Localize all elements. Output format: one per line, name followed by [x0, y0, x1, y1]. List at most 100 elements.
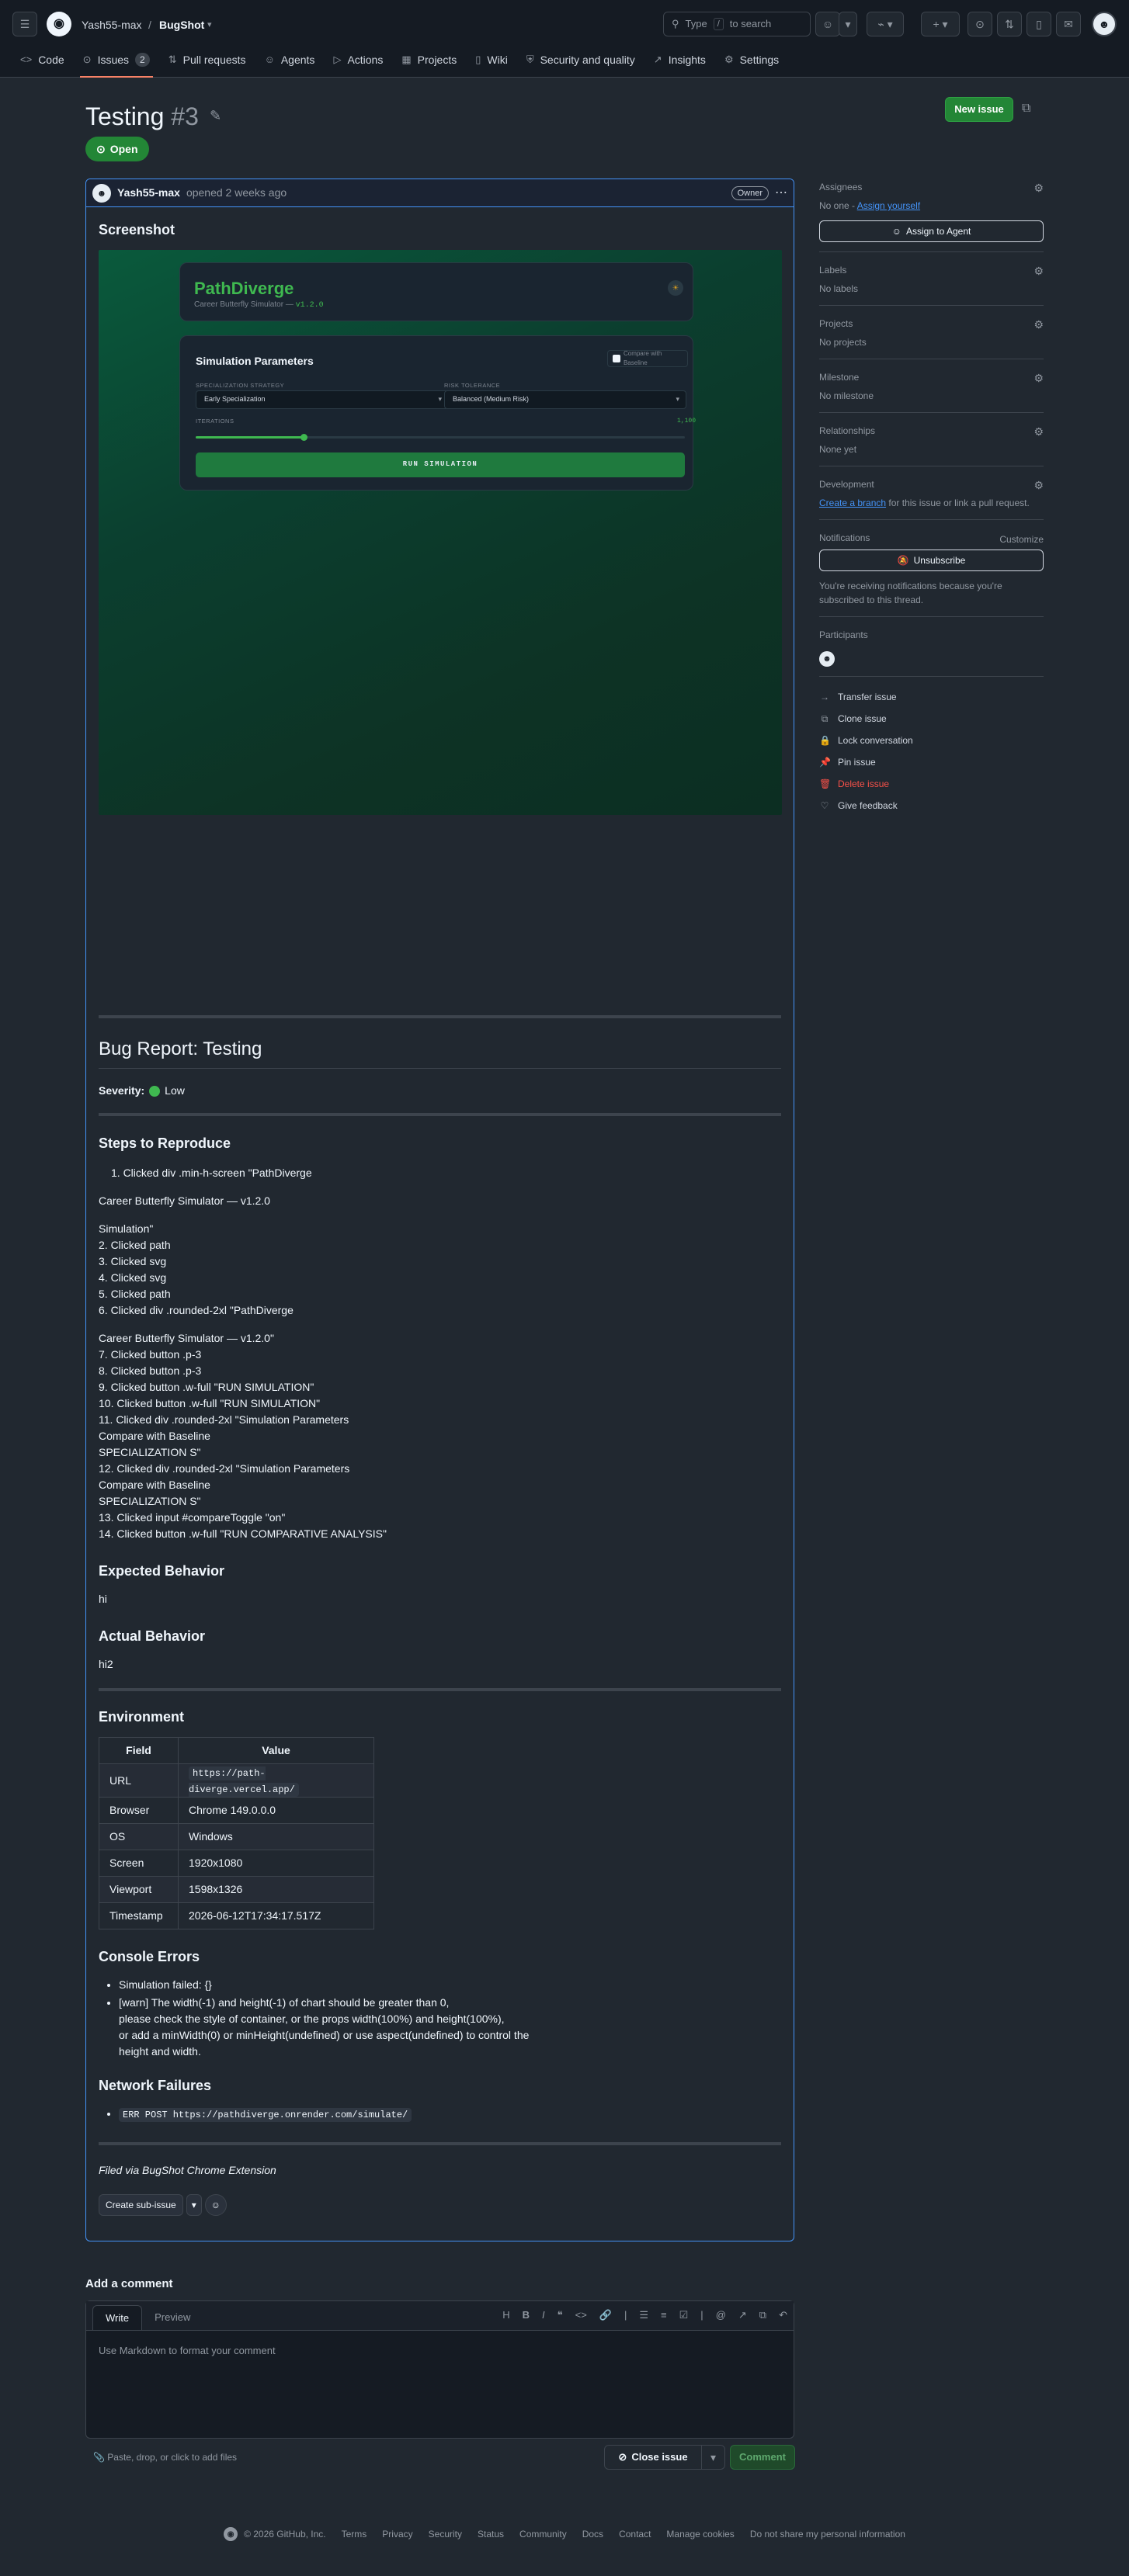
footer-link-cookies[interactable]: Manage cookies — [666, 2527, 734, 2541]
copilot-dropdown-icon[interactable]: ▾ — [839, 12, 857, 36]
relationships-gear-icon[interactable]: ⚙ — [1033, 424, 1044, 440]
undo-icon[interactable]: ↶ — [779, 2307, 787, 2323]
close-issue-dropdown-icon[interactable]: ▾ — [702, 2445, 725, 2470]
transfer-issue-action[interactable]: → Transfer issue — [819, 686, 1044, 708]
tab-projects[interactable]: ▦ Projects — [394, 48, 464, 71]
app-version: v1.2.0 — [295, 301, 324, 310]
tab-actions[interactable]: ▷ Actions — [325, 48, 391, 71]
lock-conversation-action[interactable]: 🔒 Lock conversation — [819, 730, 1044, 751]
labels-gear-icon[interactable]: ⚙ — [1033, 263, 1044, 279]
kebab-menu-icon[interactable]: ⋯ — [775, 184, 787, 203]
tab-preview[interactable]: Preview — [142, 2305, 203, 2330]
copy-icon: ⧉ — [821, 713, 829, 724]
projects-gear-icon[interactable]: ⚙ — [1033, 317, 1044, 333]
breadcrumb-owner[interactable]: Yash55-max — [82, 17, 142, 33]
menu-icon[interactable]: ☰ — [12, 12, 37, 36]
mention-icon[interactable]: @ — [716, 2307, 726, 2323]
heading-icon[interactable]: H — [502, 2307, 509, 2323]
bug-screenshot-image[interactable]: PathDiverge Career Butterfly Simulator —… — [99, 250, 782, 815]
tab-insights[interactable]: ↗ Insights — [646, 48, 714, 71]
tab-wiki[interactable]: ▯ Wiki — [467, 48, 516, 71]
footer-link-privacy[interactable]: Privacy — [382, 2527, 412, 2541]
bullet-list-icon[interactable]: ☰ — [639, 2307, 648, 2323]
participant-avatar[interactable]: ☻ — [819, 651, 835, 667]
iterations-slider — [196, 434, 685, 441]
tab-pull-requests[interactable]: ⇅ Pull requests — [161, 48, 254, 71]
footer-link-docs[interactable]: Docs — [582, 2527, 603, 2541]
footer-link-do-not-share[interactable]: Do not share my personal information — [750, 2527, 905, 2541]
comment-textarea[interactable]: Use Markdown to format your comment — [99, 2343, 276, 2359]
assignees-gear-icon[interactable]: ⚙ — [1033, 180, 1044, 196]
create-branch-link[interactable]: Create a branch — [819, 498, 886, 508]
inbox-icon[interactable]: ✉ — [1056, 12, 1081, 36]
bold-icon[interactable]: B — [523, 2307, 530, 2323]
search-input[interactable]: ⚲ Type / to search — [663, 12, 811, 36]
footer-link-security[interactable]: Security — [429, 2527, 462, 2541]
pin-issue-action[interactable]: 📌 Pin issue — [819, 751, 1044, 773]
tab-settings[interactable]: ⚙ Settings — [717, 48, 787, 71]
expected-text: hi — [99, 1593, 107, 1605]
pull-requests-icon[interactable]: ⇅ — [997, 12, 1022, 36]
issues-icon[interactable]: ⊙ — [967, 12, 992, 36]
saved-replies-icon[interactable]: ⧉ — [759, 2307, 766, 2323]
task-list-icon[interactable]: ☑ — [679, 2307, 689, 2323]
assign-to-agent-button[interactable]: ☺ Assign to Agent — [819, 220, 1044, 242]
formatting-toolbar: H B I ❝ <> 🔗 | ☰ ≡ ☑ | @ ↗ ⧉ ↶ — [502, 2307, 787, 2323]
steps-heading: Steps to Reproduce — [99, 1135, 231, 1151]
tab-security[interactable]: ⛨ Security and quality — [519, 48, 643, 71]
sub-issue-dropdown-icon[interactable]: ▾ — [186, 2194, 202, 2216]
copilot-icon[interactable]: ☺ — [815, 12, 840, 36]
repo-dropdown-icon[interactable]: ▾ — [207, 19, 212, 32]
tab-code[interactable]: <> Code — [12, 48, 72, 71]
quote-icon[interactable]: ❝ — [558, 2307, 563, 2323]
comment-body: Screenshot PathDiverge Career Butterfly … — [86, 207, 794, 2228]
comment-author[interactable]: Yash55-max — [117, 185, 180, 201]
iterations-value: 1,100 — [677, 418, 697, 425]
comment-submit-button[interactable]: Comment — [730, 2445, 795, 2470]
assignees-none: No one - — [819, 200, 856, 211]
tab-issues[interactable]: ⊙ Issues 2 — [75, 48, 158, 78]
tab-write[interactable]: Write — [92, 2305, 143, 2330]
github-logo-icon[interactable]: ◉ — [47, 12, 71, 36]
reference-icon[interactable]: ↗ — [738, 2307, 747, 2323]
attach-files[interactable]: 📎 Paste, drop, or click to add files — [93, 2450, 237, 2464]
development-gear-icon[interactable]: ⚙ — [1033, 477, 1044, 494]
breadcrumb-repo[interactable]: BugShot — [159, 17, 204, 33]
reaction-smiley-icon[interactable]: ☺ — [204, 2194, 227, 2216]
tab-agents[interactable]: ☺ Agents — [257, 48, 323, 71]
customize-link[interactable]: Customize — [999, 532, 1044, 546]
repositories-icon[interactable]: ▯ — [1027, 12, 1051, 36]
footer-link-contact[interactable]: Contact — [619, 2527, 651, 2541]
clone-issue-action[interactable]: ⧉ Clone issue — [819, 708, 1044, 730]
checkbox-icon — [613, 355, 620, 362]
user-avatar[interactable]: ☻ — [1092, 12, 1117, 36]
projects-label: Projects — [819, 318, 853, 329]
milestone-gear-icon[interactable]: ⚙ — [1033, 370, 1044, 387]
close-issue-button[interactable]: ⊘ Close issue — [604, 2445, 702, 2470]
env-value: Chrome 149.0.0.0 — [178, 1797, 374, 1824]
numbered-list-icon[interactable]: ≡ — [661, 2307, 667, 2323]
unsubscribe-button[interactable]: 🔕 Unsubscribe — [819, 550, 1044, 571]
copy-link-icon[interactable]: ⧉ — [1022, 99, 1030, 118]
link-icon[interactable]: 🔗 — [599, 2307, 612, 2323]
footer-link-terms[interactable]: Terms — [342, 2527, 367, 2541]
footer-link-community[interactable]: Community — [519, 2527, 567, 2541]
author-avatar[interactable]: ☻ — [92, 183, 111, 203]
tab-label: Settings — [739, 53, 780, 66]
give-feedback-action[interactable]: ♡ Give feedback — [819, 795, 1044, 816]
graph-icon: ↗ — [653, 54, 662, 66]
delete-issue-action[interactable]: 🗑 Delete issue — [819, 773, 1044, 795]
create-sub-issue-button[interactable]: Create sub-issue — [99, 2194, 183, 2216]
create-new-icon[interactable]: + ▾ — [921, 12, 960, 36]
app-title: PathDiverge — [194, 279, 294, 298]
severity-value: Low — [165, 1084, 185, 1097]
footer-link-status[interactable]: Status — [478, 2527, 504, 2541]
italic-icon[interactable]: I — [542, 2307, 545, 2323]
code-icon[interactable]: <> — [575, 2307, 587, 2323]
new-issue-button[interactable]: New issue — [945, 97, 1013, 122]
relationships-section: Relationships ⚙ None yet — [819, 422, 1044, 466]
assign-yourself-link[interactable]: Assign yourself — [857, 200, 920, 211]
edit-pencil-icon[interactable]: ✎ — [210, 106, 221, 127]
comment-meta[interactable]: opened 2 weeks ago — [186, 185, 287, 201]
copilot-chat-icon[interactable]: ⌁ ▾ — [867, 12, 904, 36]
